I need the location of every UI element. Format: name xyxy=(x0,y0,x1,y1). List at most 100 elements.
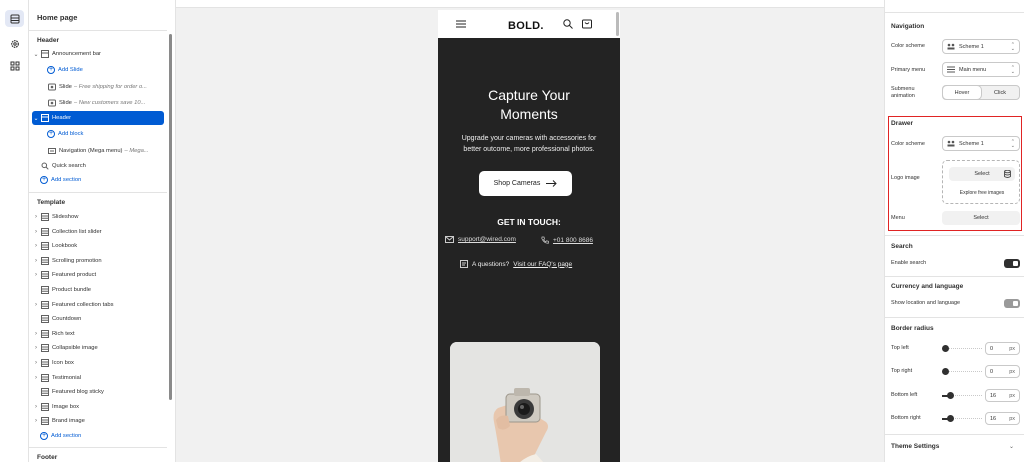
sidebar-scrollbar[interactable] xyxy=(169,34,172,400)
select-logo-button[interactable]: Select xyxy=(949,167,1015,181)
search-icon[interactable] xyxy=(563,19,573,29)
sidebar-item-template[interactable]: › Featured collection tabs xyxy=(32,298,164,312)
show-location-toggle[interactable] xyxy=(1004,299,1020,308)
sidebar-item-template[interactable]: › Icon box xyxy=(32,356,164,370)
chevron-down-icon[interactable]: ⌄ xyxy=(32,115,40,122)
sidebar-item-label: Brand image xyxy=(52,418,85,425)
top-left-slider[interactable] xyxy=(942,345,982,353)
color-scheme-select[interactable]: Scheme 1 ⌃ ⌄ xyxy=(942,39,1020,54)
email-text: support@wired.com xyxy=(458,236,516,243)
apps-icon[interactable] xyxy=(5,57,24,74)
sidebar-item-label: Lookbook xyxy=(52,243,78,250)
sidebar-item-template[interactable]: › Lookbook xyxy=(32,239,164,253)
submenu-animation-toggle[interactable]: Hover Click xyxy=(942,85,1020,100)
hover-option[interactable]: Hover xyxy=(943,86,981,99)
store-logo[interactable]: BOLD. xyxy=(508,20,544,32)
plus-circle-icon: + xyxy=(40,176,48,184)
chevron-right-icon[interactable]: › xyxy=(32,404,40,410)
click-option[interactable]: Click xyxy=(981,86,1019,99)
unit-label: px xyxy=(1009,415,1015,422)
email-link[interactable]: support@wired.com xyxy=(445,236,516,243)
hamburger-menu-icon[interactable] xyxy=(456,20,466,28)
sidebar-item-template[interactable]: › Image box xyxy=(32,400,164,414)
theme-settings-header[interactable]: Theme Settings xyxy=(891,443,939,450)
sidebar-item-template[interactable]: › Rich text xyxy=(32,327,164,341)
add-slide-button[interactable]: + Add Slide xyxy=(47,63,164,77)
bottom-left-slider[interactable] xyxy=(942,392,982,400)
sidebar-item-template[interactable]: Product bundle xyxy=(32,283,164,297)
sidebar-item-template[interactable]: › Testimonial xyxy=(32,371,164,385)
chevron-down-icon[interactable]: ⌄ xyxy=(1009,443,1014,450)
sidebar-item-label: Product bundle xyxy=(52,287,91,293)
navigation-sublabel: – Mega... xyxy=(124,148,149,154)
preview-scrollbar[interactable] xyxy=(616,12,619,36)
sidebar-item-template[interactable]: Countdown xyxy=(32,312,164,326)
bottom-right-slider[interactable] xyxy=(942,415,982,423)
sidebar-item-header[interactable]: ⌄ Header xyxy=(32,111,164,125)
question-icon xyxy=(460,260,468,268)
sidebar-item-slide-2[interactable]: Slide – New customers save 10... xyxy=(47,96,164,110)
phone-link[interactable]: +01 800 8686 xyxy=(541,236,593,244)
top-right-slider[interactable] xyxy=(942,368,982,376)
chevron-right-icon[interactable]: › xyxy=(32,331,40,337)
slide-sublabel: – New customers save 10... xyxy=(73,100,146,106)
sidebar-item-quick-search[interactable]: Quick search xyxy=(40,159,164,173)
chevron-right-icon[interactable]: › xyxy=(32,418,40,424)
bottom-right-input[interactable]: 16 px xyxy=(985,412,1020,425)
sidebar-item-label: Slideshow xyxy=(52,214,79,220)
chevron-right-icon[interactable]: › xyxy=(32,375,40,381)
enable-search-toggle[interactable] xyxy=(1004,259,1020,268)
add-section-button[interactable]: + Add section xyxy=(40,173,164,187)
menu-select-button[interactable]: Select xyxy=(942,211,1020,225)
settings-icon[interactable] xyxy=(5,35,24,52)
drawer-color-scheme-select[interactable]: Scheme 1 ⌃ ⌄ xyxy=(942,136,1020,151)
chevron-right-icon[interactable]: › xyxy=(32,302,40,308)
sidebar-item-label: Image box xyxy=(52,403,80,410)
add-block-button[interactable]: + Add block xyxy=(47,127,164,141)
chevron-right-icon[interactable]: › xyxy=(32,345,40,351)
sidebar-item-template[interactable]: › Brand image xyxy=(32,414,164,428)
slide-sublabel: – Free shipping for order o... xyxy=(73,84,148,90)
product-image-card[interactable] xyxy=(450,342,600,462)
shop-cameras-button[interactable]: Shop Cameras xyxy=(479,171,572,196)
submenu-label-line: Submenu xyxy=(891,86,915,92)
chevron-right-icon[interactable]: › xyxy=(32,229,40,235)
top-left-value: 0 xyxy=(990,345,994,352)
explore-free-images-link[interactable]: Explore free images xyxy=(943,190,1021,196)
page-title[interactable]: Home page xyxy=(37,13,77,22)
sidebar-item-navigation[interactable]: Navigation (Mega menu) – Mega... xyxy=(47,144,164,158)
sidebar-item-announcement-bar[interactable]: ⌄ Announcement bar xyxy=(32,47,164,61)
faq-line: A questions? Visit our FAQ's page xyxy=(460,260,572,268)
sidebar-item-slide-1[interactable]: Slide – Free shipping for order o... xyxy=(47,80,164,94)
sidebar-item-template[interactable]: › Slideshow xyxy=(32,210,164,224)
chevron-down-icon[interactable]: ⌄ xyxy=(32,51,40,58)
sections-icon[interactable] xyxy=(5,10,24,27)
chevron-right-icon[interactable]: › xyxy=(32,272,40,278)
menu-label: Menu xyxy=(891,215,905,221)
top-right-input[interactable]: 0 px xyxy=(985,365,1020,378)
sidebar-item-template[interactable]: › Scrolling promotion xyxy=(32,254,164,268)
chevron-right-icon[interactable]: › xyxy=(32,258,40,264)
divider xyxy=(29,447,167,448)
section-icon xyxy=(40,50,49,59)
bottom-right-label: Bottom right xyxy=(891,415,921,421)
add-section-button[interactable]: + Add section xyxy=(40,429,164,443)
chevron-right-icon[interactable]: › xyxy=(32,360,40,366)
navigation-title: Navigation xyxy=(891,23,925,30)
bottom-left-input[interactable]: 16 px xyxy=(985,389,1020,402)
primary-menu-select[interactable]: Main menu ⌃ ⌄ xyxy=(942,62,1020,77)
header-label: Header xyxy=(52,115,72,121)
sidebar-item-template[interactable]: › Featured product xyxy=(32,268,164,282)
sidebar-item-template[interactable]: › Collapsible image xyxy=(32,341,164,355)
sidebar-item-template[interactable]: › Collection list slider xyxy=(32,225,164,239)
chevron-right-icon[interactable]: › xyxy=(32,214,40,220)
hero-title-line: Capture Your xyxy=(488,87,570,103)
top-left-input[interactable]: 0 px xyxy=(985,342,1020,355)
sidebar-item-template[interactable]: Featured blog sticky xyxy=(32,385,164,399)
section-icon xyxy=(40,213,49,222)
cart-icon[interactable] xyxy=(582,19,592,29)
plus-circle-icon: + xyxy=(47,66,55,74)
faq-link[interactable]: Visit our FAQ's page xyxy=(513,261,572,268)
divider xyxy=(885,276,1024,277)
chevron-right-icon[interactable]: › xyxy=(32,243,40,249)
